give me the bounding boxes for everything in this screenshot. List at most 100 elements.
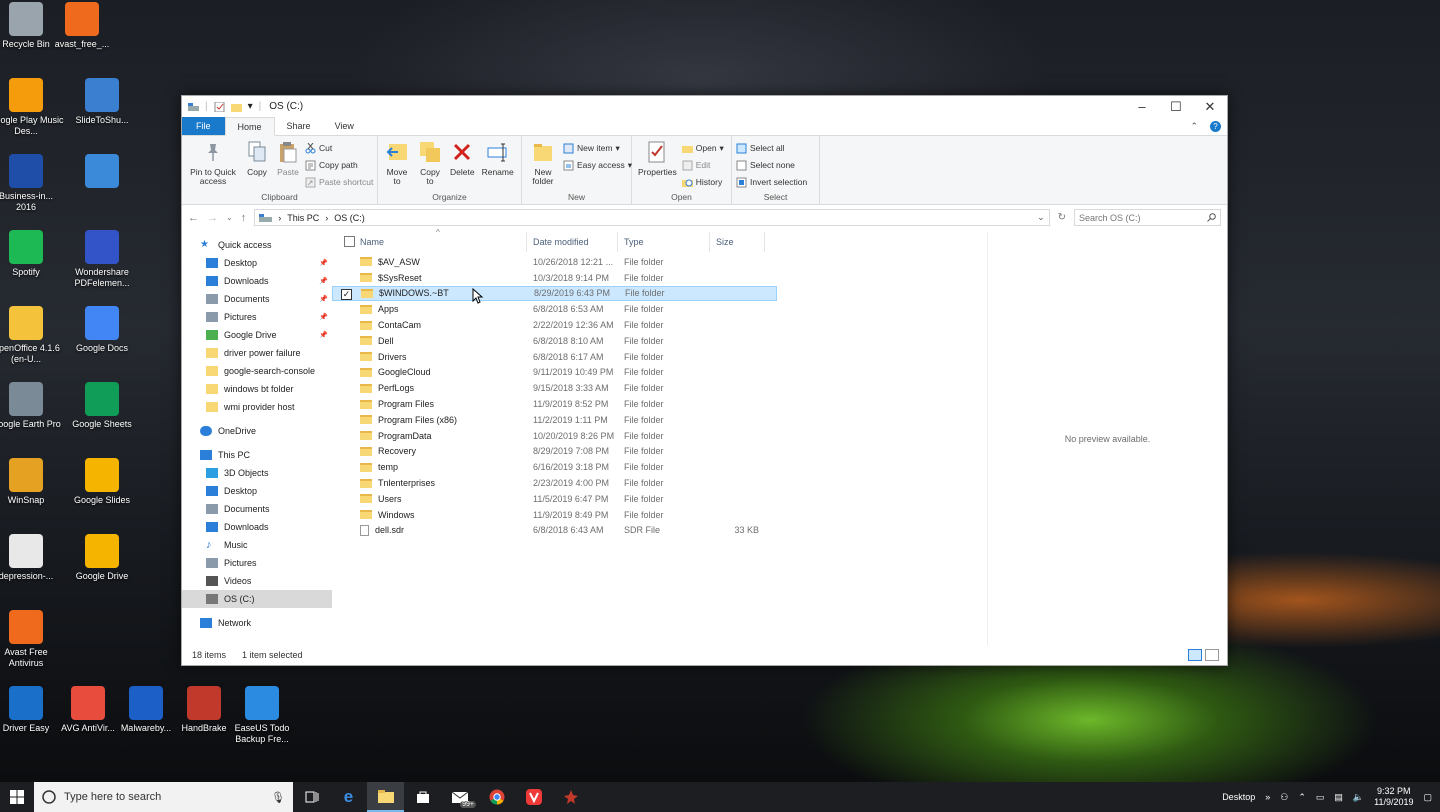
table-row[interactable]: Tnlenterprises 2/23/2019 4:00 PM File fold… <box>332 475 777 491</box>
desktop-icon-16[interactable]: Avast Free Antivirus <box>0 610 64 669</box>
table-row[interactable]: Recovery 8/29/2019 7:08 PM File folder <box>332 444 777 460</box>
row-checkbox[interactable]: ✓ <box>341 289 352 301</box>
mail-icon[interactable]: 99+ <box>441 782 478 812</box>
table-row[interactable]: temp 6/16/2019 3:18 PM File folder <box>332 459 777 475</box>
column-date[interactable]: Date modified <box>527 232 618 252</box>
table-row[interactable]: Users 11/5/2019 6:47 PM File folder <box>332 491 777 507</box>
nav-item-desktop[interactable]: Desktop <box>182 482 332 500</box>
help-icon[interactable]: ? <box>1210 120 1221 132</box>
properties-icon[interactable] <box>214 101 225 112</box>
tab-file[interactable]: File <box>182 117 225 135</box>
back-arrow-icon[interactable]: ← <box>188 212 199 224</box>
table-row[interactable]: Dell 6/8/2018 8:10 AM File folder <box>332 333 777 349</box>
table-row[interactable]: $AV_ASW 10/26/2018 12:21 ... File folder <box>332 254 777 270</box>
move-to-button[interactable]: Move to <box>382 139 412 186</box>
chevron-down-icon[interactable]: ⌄ <box>1037 212 1045 223</box>
large-icons-view-icon[interactable] <box>1205 649 1219 661</box>
table-row[interactable]: GoogleCloud 9/11/2019 10:49 PM File folder <box>332 365 777 381</box>
table-row[interactable]: ContaCam 2/22/2019 12:36 AM File folder <box>332 317 777 333</box>
desktop-icon-5[interactable] <box>64 154 140 191</box>
cut-button[interactable]: Cut <box>305 141 373 155</box>
battery-icon[interactable]: ▭ <box>1316 792 1325 803</box>
volume-icon[interactable]: 🔈 <box>1353 792 1364 803</box>
new-folder-icon[interactable] <box>230 102 242 112</box>
edit-button[interactable]: Edit <box>682 158 724 172</box>
microphone-icon[interactable]: 🎙 <box>271 791 285 804</box>
table-row[interactable]: dell.sdr 6/8/2018 6:43 AM SDR File 33 KB <box>332 523 777 539</box>
nav-item-google-drive[interactable]: Google Drive 📌 <box>182 326 332 344</box>
pin-icon[interactable]: 📌 <box>319 295 328 303</box>
nav-item-quick-access[interactable]: ★ Quick access <box>182 236 332 254</box>
task-view-icon[interactable] <box>293 782 330 812</box>
column-type[interactable]: Type <box>618 232 710 252</box>
pin-icon[interactable]: 📌 <box>319 259 328 267</box>
desktop-icon-4[interactable]: Business-in... 2016 <box>0 154 64 213</box>
history-button[interactable]: History <box>681 175 724 189</box>
open-button[interactable]: Open ▾ <box>681 141 724 155</box>
rename-button[interactable]: Rename <box>480 139 516 177</box>
nav-item-music[interactable]: ♪ Music <box>182 536 332 554</box>
nav-item-os-c-[interactable]: OS (C:) <box>182 590 332 608</box>
select-all-button[interactable]: Select all <box>736 141 807 155</box>
breadcrumb-drive[interactable]: OS (C:) <box>334 213 365 223</box>
desktop-icon-7[interactable]: Wondershare PDFelemen... <box>64 230 140 289</box>
nav-item-wmi-provider-host[interactable]: wmi provider host <box>182 398 332 416</box>
desktop-icon-11[interactable]: Google Sheets <box>64 382 140 430</box>
start-button[interactable] <box>0 790 34 804</box>
tab-share[interactable]: Share <box>275 117 323 135</box>
people-icon[interactable]: ⚇ <box>1280 792 1288 803</box>
action-center-icon[interactable]: ▢ <box>1423 792 1432 803</box>
copy-to-button[interactable]: Copy to <box>415 139 445 186</box>
desktop-icon-21[interactable]: EaseUS Todo Backup Fre... <box>224 686 300 745</box>
recent-locations-icon[interactable]: ⌄ <box>226 213 233 222</box>
column-name[interactable]: Name <box>332 232 527 252</box>
file-explorer-taskbar-icon[interactable] <box>367 782 404 812</box>
taskbar-search[interactable]: Type here to search 🎙 <box>34 782 293 812</box>
desktop-icon-1[interactable]: avast_free_... <box>44 2 120 50</box>
customize-toolbar-icon[interactable]: ▾ <box>248 101 253 112</box>
desktop-icon-13[interactable]: Google Slides <box>64 458 140 506</box>
table-row[interactable]: Windows 11/9/2019 8:49 PM File folder <box>332 507 777 523</box>
nav-item-google-search-console[interactable]: google-search-console <box>182 362 332 380</box>
chrome-icon[interactable] <box>478 782 515 812</box>
details-view-icon[interactable] <box>1188 649 1202 661</box>
nav-item-driver-power-failure[interactable]: driver power failure <box>182 344 332 362</box>
pin-to-quick-access-button[interactable]: Pin to Quick access <box>186 139 240 186</box>
desktop-icon-6[interactable]: Spotify <box>0 230 64 278</box>
delete-button[interactable]: Delete <box>448 139 477 177</box>
breadcrumb-this-pc[interactable]: This PC <box>287 213 319 223</box>
paste-button[interactable]: Paste <box>274 139 302 177</box>
nav-item-pictures[interactable]: Pictures <box>182 554 332 572</box>
tab-home[interactable]: Home <box>224 117 275 136</box>
nav-item-documents[interactable]: Documents 📌 <box>182 290 332 308</box>
toolbar-expand-icon[interactable]: » <box>1265 792 1270 802</box>
desktop-icon-8[interactable]: OpenOffice 4.1.6 (en-U... <box>0 306 64 365</box>
nav-item-network[interactable]: Network <box>182 614 332 632</box>
nav-item-downloads[interactable]: Downloads 📌 <box>182 272 332 290</box>
table-row[interactable]: Program Files 11/9/2019 8:52 PM File folde… <box>332 396 777 412</box>
table-row[interactable]: Drivers 6/8/2018 6:17 AM File folder <box>332 349 777 365</box>
nav-item-documents[interactable]: Documents <box>182 500 332 518</box>
desktop-icon-15[interactable]: Google Drive <box>64 534 140 582</box>
desktop-icon-14[interactable]: depression-... <box>0 534 64 582</box>
app-icon[interactable] <box>552 782 589 812</box>
properties-button[interactable]: Properties <box>636 139 679 177</box>
store-icon[interactable] <box>404 782 441 812</box>
desktop-icon-3[interactable]: SlideToShu... <box>64 78 140 126</box>
invert-selection-button[interactable]: Invert selection <box>736 175 807 189</box>
search-box[interactable]: Search OS (C:) <box>1074 209 1221 226</box>
desktop-toolbar-label[interactable]: Desktop <box>1222 792 1255 802</box>
minimize-button[interactable]: – <box>1125 96 1159 117</box>
nav-item-3d-objects[interactable]: 3D Objects <box>182 464 332 482</box>
desktop-icon-10[interactable]: Google Earth Pro <box>0 382 64 430</box>
vivaldi-icon[interactable] <box>515 782 552 812</box>
nav-item-windows-bt-folder[interactable]: windows bt folder <box>182 380 332 398</box>
tab-view[interactable]: View <box>323 117 366 135</box>
table-row[interactable]: Apps 6/8/2018 6:53 AM File folder <box>332 301 777 317</box>
copy-button[interactable]: Copy <box>243 139 271 177</box>
table-row[interactable]: Program Files (x86) 11/2/2019 1:11 PM File… <box>332 412 777 428</box>
nav-item-pictures[interactable]: Pictures 📌 <box>182 308 332 326</box>
address-bar[interactable]: › This PC › OS (C:) ⌄ <box>254 209 1050 226</box>
column-size[interactable]: Size <box>710 232 765 252</box>
table-row[interactable]: ✓ $WINDOWS.~BT 8/29/2019 6:43 PM File folde… <box>332 285 777 302</box>
